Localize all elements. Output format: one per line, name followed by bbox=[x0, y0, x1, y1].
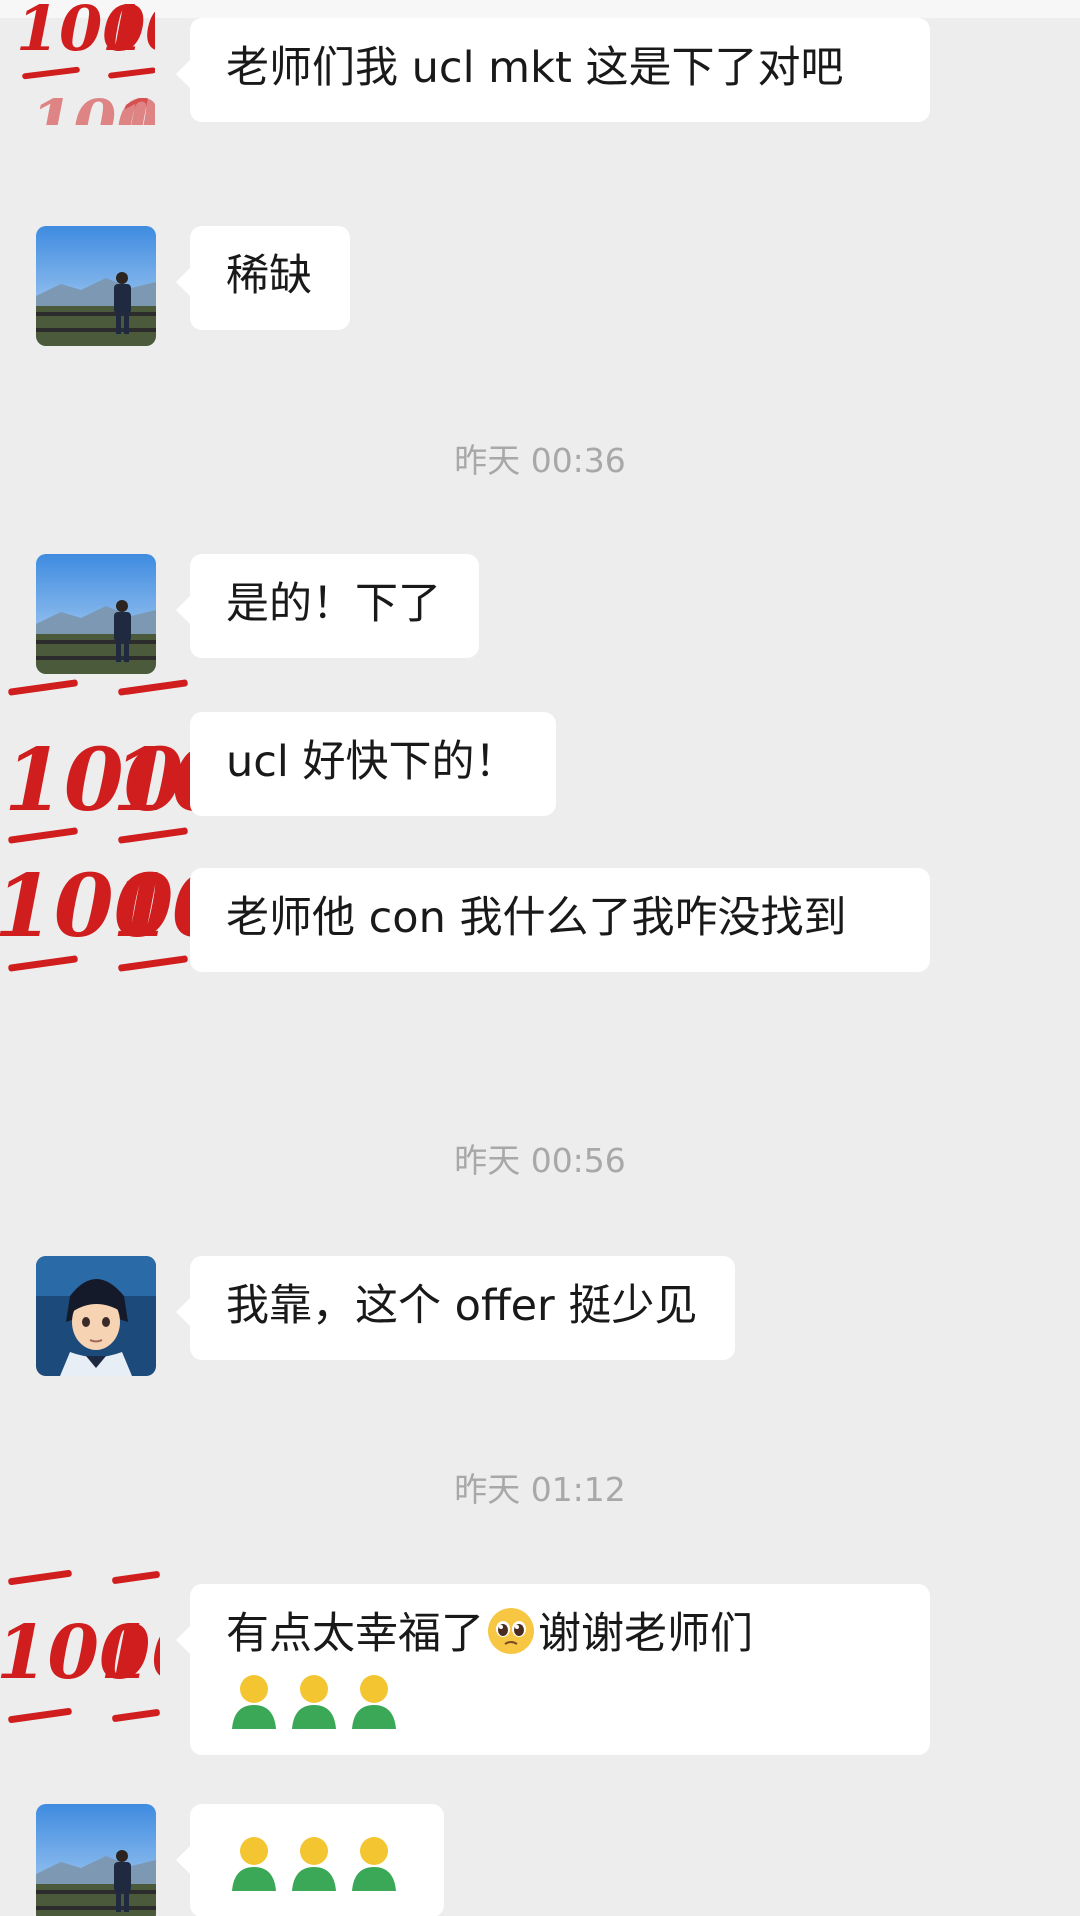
hundred-mark: 100 bbox=[102, 0, 155, 65]
hundred-underline bbox=[111, 1570, 160, 1585]
message-text: 是的！下了 bbox=[226, 579, 441, 629]
message-text: ucl 好快下的！ bbox=[226, 737, 518, 787]
landscape-avatar-image bbox=[36, 554, 156, 674]
hundred-underline bbox=[7, 1707, 73, 1724]
message-bubble[interactable]: 我靠，这个 offer 挺少见 bbox=[175, 1256, 736, 1360]
anime-avatar-image bbox=[36, 1256, 156, 1376]
avatar-hundred[interactable]: 100 100 100 100 bbox=[10, 0, 155, 125]
hundred-underline bbox=[111, 1708, 160, 1723]
message-text: 我靠，这个 offer 挺少见 bbox=[226, 1281, 698, 1331]
message-bubble[interactable]: ucl 好快下的！ bbox=[190, 712, 556, 816]
landscape-avatar-image bbox=[36, 226, 156, 346]
avatar-landscape[interactable] bbox=[36, 226, 156, 346]
emoji-row bbox=[226, 1668, 892, 1731]
avatar-hundred[interactable]: 100 100 100 100 bbox=[0, 660, 210, 1030]
hundred-underline bbox=[7, 955, 79, 972]
message-text: 老师们我 ucl mkt 这是下了对吧 bbox=[226, 43, 844, 93]
hundred-underline bbox=[107, 67, 155, 79]
hundred-underline bbox=[21, 66, 81, 80]
hundred-underline bbox=[7, 1569, 73, 1586]
chat-screen: 100 100 100 100 老师们我 ucl mkt 这是下了对吧 bbox=[0, 0, 1080, 1916]
hundred-mark: 100 bbox=[100, 1610, 160, 1696]
message-bubble[interactable]: 老师他 con 我什么了我咋没找到 bbox=[190, 868, 930, 972]
message-text: 稀缺 bbox=[226, 251, 312, 301]
person-icon bbox=[232, 1836, 276, 1891]
timestamp: 昨天 01:12 bbox=[454, 1470, 626, 1509]
avatar-landscape[interactable] bbox=[36, 1804, 156, 1916]
person-icon bbox=[292, 1836, 336, 1891]
message-bubble[interactable]: 是的！下了 bbox=[176, 554, 479, 658]
hundred-underline bbox=[117, 955, 189, 972]
emoji-row bbox=[226, 1835, 406, 1891]
hundred-underline bbox=[117, 679, 189, 696]
person-icon bbox=[352, 1674, 396, 1729]
person-icon bbox=[232, 1674, 276, 1729]
landscape-avatar-image bbox=[36, 1804, 156, 1916]
message-text: 有点太幸福了 bbox=[226, 1609, 484, 1659]
avatar-hundred[interactable]: 100 100 bbox=[0, 1540, 160, 1750]
pleading-face-icon bbox=[488, 1608, 534, 1654]
hundred-mark: 100 bbox=[115, 86, 155, 125]
message-bubble[interactable]: 有点太幸福了 谢谢老师们 bbox=[176, 1584, 930, 1755]
message-text: 老师他 con 我什么了我咋没找到 bbox=[226, 893, 847, 943]
person-icon bbox=[292, 1674, 336, 1729]
hundred-underline bbox=[7, 679, 79, 696]
timestamp: 昨天 00:56 bbox=[454, 1141, 626, 1180]
top-edge bbox=[0, 0, 1080, 18]
message-bubble[interactable]: 稀缺 bbox=[176, 226, 350, 330]
message-text: 谢谢老师们 bbox=[538, 1609, 753, 1659]
avatar-landscape[interactable] bbox=[36, 554, 156, 674]
message-bubble[interactable] bbox=[176, 1804, 444, 1916]
person-icon bbox=[352, 1836, 396, 1891]
avatar-anime[interactable] bbox=[36, 1256, 156, 1376]
timestamp: 昨天 00:36 bbox=[454, 441, 626, 480]
message-bubble[interactable]: 老师们我 ucl mkt 这是下了对吧 bbox=[176, 18, 930, 122]
